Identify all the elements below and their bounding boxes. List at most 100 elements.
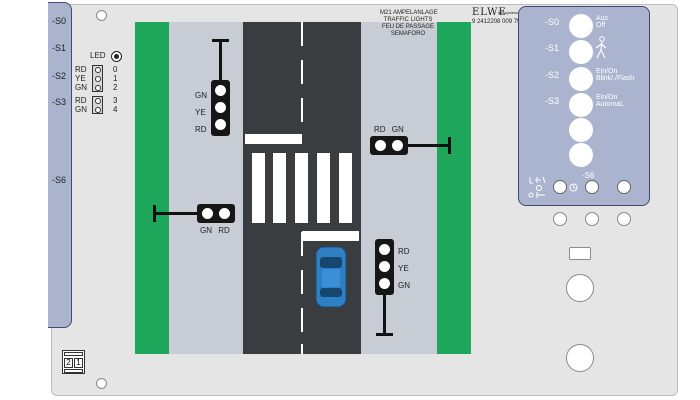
label-rd: RD — [398, 247, 410, 256]
traffic-light-pole-cap — [448, 137, 451, 154]
strip-label-s3: -S3 — [52, 97, 67, 107]
panel-label-s3: -S3 — [545, 96, 560, 106]
led-label-gn2: GN — [75, 105, 87, 114]
led-label-gn: GN — [75, 83, 87, 92]
s2-text-1: Ein/On — [596, 68, 618, 75]
jack-below-3[interactable] — [617, 212, 631, 226]
title-block: M21 AMPELANLAGE TRAFFIC LIGHTS FEU DE PA… — [380, 10, 438, 38]
led-label-rd: RD — [75, 65, 87, 74]
mounting-hole-top-left — [96, 10, 107, 21]
car-icon — [315, 246, 347, 308]
mounting-hole-bottom-left — [96, 378, 107, 389]
label-rd: RD — [374, 125, 386, 134]
label-gn: GN — [195, 91, 207, 100]
large-hole-lower — [566, 344, 594, 372]
bottom-right-light-labels: RD YE GN — [398, 243, 410, 294]
panel-label-s2: -S2 — [545, 70, 560, 80]
left-ped-light-labels: GN RD — [200, 226, 230, 235]
zebra-stripe — [273, 153, 286, 223]
id-plate: 2 1 — [62, 350, 85, 374]
s6-jack-2[interactable] — [585, 180, 599, 194]
panel-label-s0: -S0 — [545, 17, 560, 27]
strip-label-s1: -S1 — [52, 43, 67, 53]
s2-text: Ein/On Blink/./Flash — [596, 68, 634, 82]
strip-label-s0: -S0 — [52, 16, 67, 26]
s3-auto-button[interactable] — [569, 93, 593, 117]
strip-label-s6: -S6 — [52, 175, 67, 185]
title-line-3: FEU DE PASSAGE — [382, 24, 434, 30]
label-ye: YE — [195, 108, 206, 117]
traffic-light-pole-cap — [212, 39, 229, 42]
title-line-1: M21 AMPELANLAGE — [380, 10, 438, 16]
led-number-4: 4 — [113, 105, 118, 114]
s3-text: Ein/On AutomaL — [596, 94, 624, 108]
zebra-stripe — [295, 153, 308, 223]
stop-line-lower — [302, 231, 359, 241]
led-jack-center — [114, 54, 119, 59]
led-number-0: 0 — [113, 65, 118, 74]
lane-dash — [301, 98, 303, 122]
lamp-green — [379, 278, 390, 289]
lamp-yellow — [215, 102, 226, 113]
zebra-stripe — [252, 153, 265, 223]
led-label-rd2: RD — [75, 96, 87, 105]
lane-dash — [301, 60, 303, 84]
panel-label-s6: -S6 — [582, 171, 595, 180]
lamp-red — [379, 244, 390, 255]
s6-jack-1[interactable] — [553, 180, 567, 194]
right-ped-light-labels: RD GN — [374, 125, 404, 134]
lamp-red — [215, 119, 226, 130]
sidewalk-right — [361, 22, 437, 354]
led-title: LED — [90, 51, 106, 60]
lamp-green — [202, 208, 213, 219]
led-group2-labels: RD GN — [75, 96, 87, 114]
elwe-logo-sub: lehrsysteme — [498, 10, 520, 15]
plate-digit-2: 1 — [74, 358, 83, 368]
traffic-light-bottom-right — [375, 239, 394, 295]
traffic-light-pole — [408, 144, 448, 147]
s2-blink-button[interactable] — [569, 67, 593, 91]
label-gn: GN — [398, 281, 410, 290]
spare-button-1[interactable] — [569, 118, 593, 142]
jack-below-1[interactable] — [553, 212, 567, 226]
jack-below-2[interactable] — [585, 212, 599, 226]
top-left-light-labels: GN YE RD — [195, 87, 207, 138]
lane-dash — [301, 22, 303, 46]
plate-bar-bottom — [64, 369, 83, 373]
lane-dash — [301, 270, 303, 294]
led-number-1: 1 — [113, 74, 118, 83]
sidewalk-left — [169, 22, 243, 354]
s0-text-2: Off — [596, 22, 606, 29]
s0-text-1: Aus — [596, 15, 609, 22]
s1-pedestrian-button[interactable] — [569, 40, 593, 64]
grass-right — [437, 22, 471, 354]
lane-dash — [301, 308, 303, 332]
label-ye: YE — [398, 264, 409, 273]
plate-digit-1: 2 — [64, 358, 73, 368]
panel-label-s1: -S1 — [545, 43, 560, 53]
s0-off-button[interactable] — [569, 14, 593, 38]
lamp-green — [392, 140, 403, 151]
led-2 — [94, 84, 101, 91]
led-1 — [94, 75, 101, 82]
led-4 — [94, 106, 101, 113]
large-hole-upper — [566, 274, 594, 302]
s6-jack-3[interactable] — [617, 180, 631, 194]
zebra-stripe — [317, 153, 330, 223]
s3-text-1: Ein/On — [596, 94, 618, 101]
led-group1-labels: RD YE GN — [75, 65, 87, 92]
traffic-light-pole — [219, 40, 222, 82]
lamp-yellow — [379, 261, 390, 272]
spare-button-2[interactable] — [569, 143, 593, 167]
s2-text-2: Blink/./Flash — [596, 75, 635, 82]
led-0 — [94, 66, 101, 73]
traffic-light-pole — [383, 295, 386, 335]
title-line-4: SEMAFORO — [390, 31, 426, 37]
s0-text: Aus Off — [596, 15, 608, 29]
led-number-2: 2 — [113, 83, 118, 92]
plate-bar-top — [64, 352, 83, 356]
led-label-ye: YE — [75, 74, 86, 83]
lamp-red — [219, 208, 230, 219]
slot-cutout — [569, 247, 591, 260]
traffic-light-pole-cap — [376, 333, 393, 336]
